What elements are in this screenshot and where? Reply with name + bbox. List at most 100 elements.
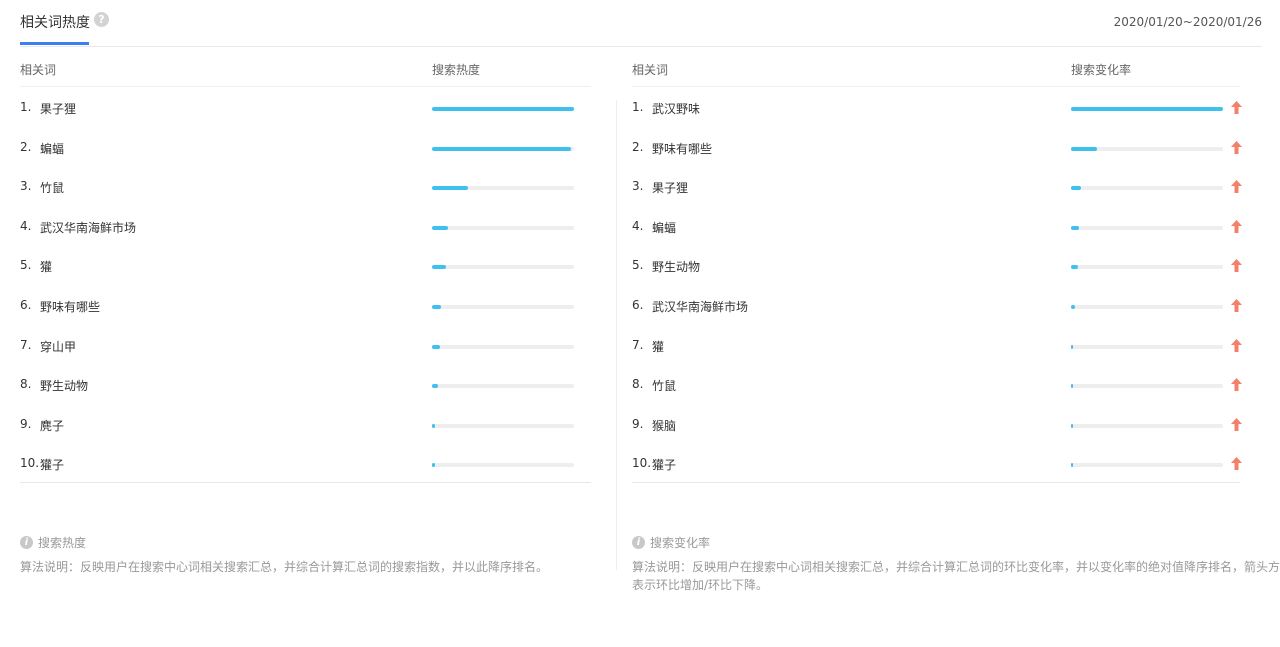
row-rank: 3. (632, 179, 644, 194)
table-row: 5. 野生动物 (632, 246, 1242, 286)
table-row: 1. 果子狸 (20, 88, 591, 128)
metric-bar-fill (1071, 463, 1073, 468)
related-term-link[interactable]: 穿山甲 (40, 338, 76, 355)
table-bottom-border (632, 482, 1240, 483)
tab-related-words-heat[interactable]: 相关词热度 (20, 12, 90, 32)
related-term-link[interactable]: 蝙蝠 (652, 219, 676, 236)
row-rank: 9. (632, 416, 644, 431)
arrow-up-icon (1231, 259, 1242, 273)
row-rank: 4. (632, 218, 644, 233)
row-rank: 10. (632, 456, 652, 471)
info-icon: i (20, 536, 33, 549)
row-rank: 6. (20, 298, 32, 312)
table-row: 10. 獾子 (20, 444, 591, 484)
metric-bar-fill (432, 186, 468, 191)
related-term-link[interactable]: 果子狸 (40, 100, 76, 117)
metric-bar-fill (1071, 146, 1097, 151)
question-circle-icon[interactable]: ? (94, 12, 109, 27)
arrow-up-icon (1231, 299, 1242, 312)
metric-bar-fill (1071, 384, 1073, 389)
metric-bar-track (432, 186, 574, 191)
related-term-link[interactable]: 蝙蝠 (40, 140, 64, 157)
table-bottom-border (20, 482, 591, 483)
metric-bar-track (432, 463, 574, 468)
related-term-link[interactable]: 竹鼠 (652, 377, 676, 394)
metric-bar-fill (1071, 423, 1073, 428)
metric-bar-fill (432, 344, 440, 349)
related-term-link[interactable]: 野生动物 (652, 258, 700, 275)
metric-bar-fill (432, 384, 438, 389)
related-term-link[interactable]: 竹鼠 (40, 179, 64, 196)
metric-bar-track (432, 146, 574, 151)
table-row: 2. 蝙蝠 (20, 128, 591, 168)
metric-bar-fill (432, 107, 574, 111)
metric-bar-fill (432, 463, 435, 468)
table-row: 9. 猴脑 (632, 405, 1242, 445)
related-term-link[interactable]: 獾 (40, 258, 52, 275)
metric-bar-track (432, 305, 574, 309)
metric-bar-track (432, 423, 574, 428)
metric-bar-fill (1071, 186, 1081, 191)
arrow-up-icon (1231, 180, 1242, 194)
metric-bar-track (1071, 107, 1223, 111)
related-term-link[interactable]: 獾子 (40, 456, 64, 473)
table-row: 9. 麂子 (20, 405, 591, 445)
date-range: 2020/01/20~2020/01/26 (1113, 15, 1262, 29)
related-term-link[interactable]: 武汉野味 (652, 100, 700, 117)
metric-bar-track (432, 384, 574, 389)
metric-bar-track (1071, 423, 1223, 428)
row-rank: 5. (20, 258, 32, 273)
table-row: 3. 果子狸 (632, 167, 1242, 207)
row-rank: 10. (20, 456, 40, 471)
active-tab-indicator (20, 42, 89, 45)
table-row: 1. 武汉野味 (632, 88, 1242, 128)
related-term-link[interactable]: 麂子 (40, 417, 64, 434)
table-row: 2. 野味有哪些 (632, 128, 1242, 168)
panel-divider (616, 100, 617, 570)
arrow-up-icon (1231, 417, 1242, 431)
table-row: 7. 穿山甲 (20, 326, 591, 366)
arrow-up-icon (1231, 219, 1242, 233)
metric-bar-fill (1071, 265, 1078, 270)
row-rank: 8. (632, 377, 644, 392)
header-divider (632, 86, 1240, 87)
arrow-up-icon (1231, 457, 1242, 471)
related-term-link[interactable]: 野味有哪些 (652, 140, 712, 157)
row-rank: 4. (20, 218, 32, 233)
table-row: 7. 獾 (632, 326, 1242, 366)
arrow-up-icon (1231, 378, 1242, 392)
metric-bar-fill (432, 423, 435, 428)
column-header-search-heat: 搜索热度 (432, 63, 481, 77)
arrow-up-icon (1231, 140, 1242, 154)
metric-bar-fill (432, 305, 441, 309)
related-term-link[interactable]: 獾 (652, 338, 664, 355)
metric-bar-track (432, 107, 574, 111)
row-rank: 6. (632, 298, 644, 312)
metric-bar-track (432, 265, 574, 270)
arrow-up-icon (1231, 101, 1242, 114)
metric-bar-track (1071, 463, 1223, 468)
row-rank: 9. (20, 416, 32, 431)
column-header-term: 相关词 (632, 63, 669, 77)
related-term-link[interactable]: 野生动物 (40, 377, 88, 394)
metric-bar-fill (432, 146, 572, 151)
table-row: 3. 竹鼠 (20, 167, 591, 207)
related-term-link[interactable]: 獾子 (652, 456, 676, 473)
related-term-link[interactable]: 猴脑 (652, 417, 676, 434)
related-term-link[interactable]: 野味有哪些 (40, 298, 100, 315)
row-rank: 7. (632, 337, 644, 352)
row-rank: 5. (632, 258, 644, 273)
row-rank: 3. (20, 179, 32, 194)
arrow-up-icon (1231, 338, 1242, 352)
related-term-link[interactable]: 武汉华南海鲜市场 (40, 219, 136, 236)
table-row: 4. 蝙蝠 (632, 207, 1242, 247)
metric-bar-track (432, 344, 574, 349)
metric-bar-fill (1071, 225, 1080, 230)
metric-bar-track (1071, 265, 1223, 270)
table-row: 6. 野味有哪些 (20, 286, 591, 326)
related-term-link[interactable]: 武汉华南海鲜市场 (652, 298, 748, 315)
metric-bar-track (432, 225, 574, 230)
related-term-link[interactable]: 果子狸 (652, 179, 688, 196)
row-rank: 1. (20, 100, 32, 114)
table-row: 4. 武汉华南海鲜市场 (20, 207, 591, 247)
